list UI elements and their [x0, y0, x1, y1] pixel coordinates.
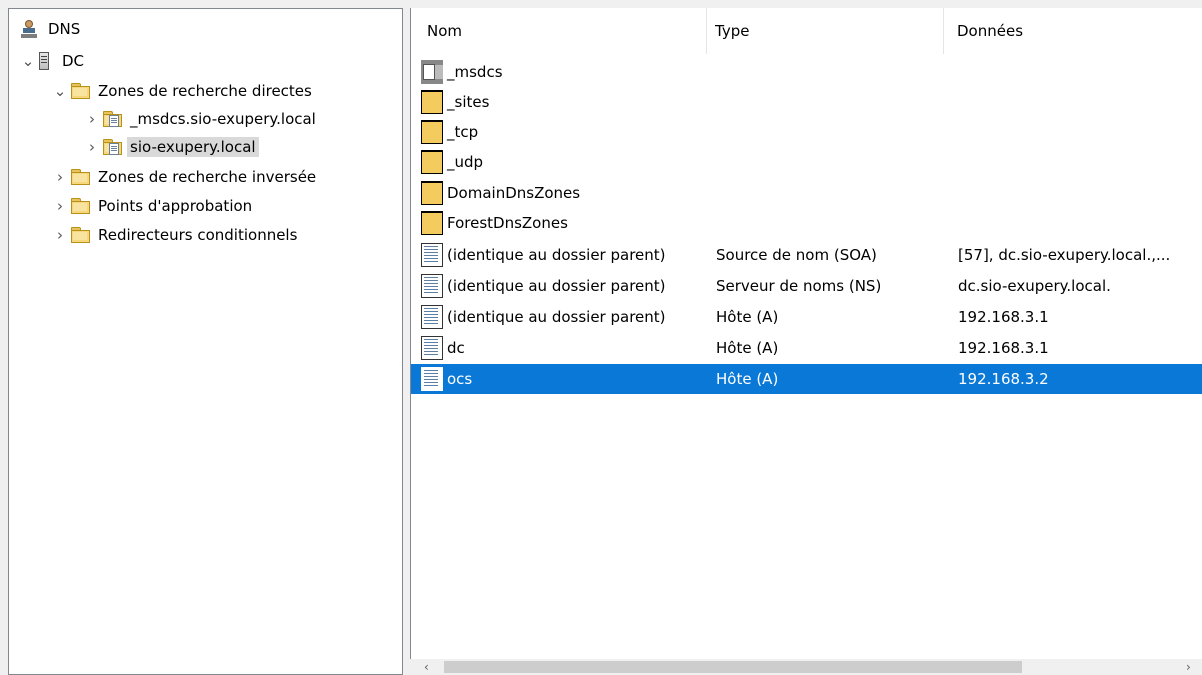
- column-header-name[interactable]: Nom: [421, 8, 701, 54]
- cell-name: DomainDnsZones: [421, 178, 580, 208]
- cell-type: Hôte (A): [716, 370, 779, 388]
- cell-data: 192.168.3.1: [958, 339, 1049, 357]
- tree-item-conditional-forwarders[interactable]: › Redirecteurs conditionnels: [53, 221, 300, 249]
- record-icon: [421, 367, 443, 391]
- record-icon: [421, 336, 443, 360]
- record-icon: [421, 274, 443, 298]
- dns-root-icon: [21, 20, 39, 38]
- cell-type: Serveur de noms (NS): [716, 277, 882, 295]
- zone-icon: [103, 138, 122, 156]
- column-header-type[interactable]: Type: [709, 8, 939, 54]
- list-row-domaindnszones[interactable]: DomainDnsZones: [411, 178, 1202, 208]
- record-icon: [421, 243, 443, 267]
- record-icon: [421, 305, 443, 329]
- tree-label-reverse-zones: Zones de recherche inversée: [98, 168, 317, 186]
- chevron-down-icon[interactable]: ⌄: [21, 52, 35, 70]
- scroll-right-arrow-icon[interactable]: ›: [1186, 661, 1198, 673]
- server-icon: [39, 52, 49, 70]
- list-row-soa[interactable]: (identique au dossier parent) Source de …: [411, 240, 1202, 270]
- cell-data: dc.sio-exupery.local.: [958, 277, 1111, 295]
- folder-icon: [421, 211, 443, 235]
- column-header-row: Nom Type Données: [411, 8, 1202, 54]
- column-divider[interactable]: [706, 8, 707, 54]
- tree-item-zone-msdcs[interactable]: › _msdcs.sio-exupery.local: [85, 105, 319, 133]
- column-divider[interactable]: [943, 8, 944, 54]
- column-header-data[interactable]: Données: [951, 8, 1191, 54]
- chevron-down-icon[interactable]: ⌄: [53, 82, 67, 100]
- tree-item-zone-main[interactable]: › sio-exupery.local: [85, 133, 259, 161]
- cell-name: dc: [421, 333, 465, 363]
- list-row-tcp[interactable]: _tcp: [411, 117, 1202, 147]
- cell-data: 192.168.3.1: [958, 308, 1049, 326]
- cell-data: [57], dc.sio-exupery.local.,...: [958, 246, 1171, 264]
- list-row-dc[interactable]: dc Hôte (A) 192.168.3.1: [411, 333, 1202, 363]
- folder-icon: [421, 150, 443, 174]
- cell-name: ocs: [421, 364, 472, 394]
- folder-icon: [71, 197, 90, 215]
- chevron-right-icon[interactable]: ›: [85, 110, 99, 128]
- tree-label-conditional-forwarders: Redirecteurs conditionnels: [98, 226, 298, 244]
- cell-name: (identique au dossier parent): [421, 302, 666, 332]
- cell-name: _udp: [421, 147, 483, 177]
- folder-icon: [421, 90, 443, 114]
- cell-type: Hôte (A): [716, 308, 779, 326]
- chevron-right-icon[interactable]: ›: [53, 226, 67, 244]
- top-strip: [0, 0, 1202, 8]
- cell-type: Source de nom (SOA): [716, 246, 877, 264]
- tree-label-forward-zones: Zones de recherche directes: [98, 82, 312, 100]
- chevron-right-icon[interactable]: ›: [85, 138, 99, 156]
- cell-name: _tcp: [421, 117, 478, 147]
- chevron-right-icon[interactable]: ›: [53, 197, 67, 215]
- tree-label-zone-main: sio-exupery.local: [127, 137, 259, 157]
- tree-label-zone-msdcs: _msdcs.sio-exupery.local: [130, 110, 316, 128]
- horizontal-scrollbar[interactable]: ‹ ›: [410, 659, 1202, 675]
- chevron-right-icon[interactable]: ›: [53, 168, 67, 186]
- tree-item-forward-zones[interactable]: ⌄ Zones de recherche directes: [53, 77, 315, 105]
- folder-icon: [71, 168, 90, 186]
- tree-label-trust-points: Points d'approbation: [98, 197, 253, 215]
- list-row-sites[interactable]: _sites: [411, 87, 1202, 117]
- list-row-ocs[interactable]: ocs Hôte (A) 192.168.3.2: [411, 364, 1202, 394]
- console-tree[interactable]: DNS ⌄ DC ⌄ Zones de recherche directes ›…: [8, 8, 403, 675]
- tree-item-reverse-zones[interactable]: › Zones de recherche inversée: [53, 163, 319, 191]
- list-row-udp[interactable]: _udp: [411, 147, 1202, 177]
- scrollbar-thumb[interactable]: [444, 661, 1022, 673]
- list-row-forestdnszones[interactable]: ForestDnsZones: [411, 208, 1202, 238]
- zone-icon: [103, 110, 122, 128]
- list-row-ns[interactable]: (identique au dossier parent) Serveur de…: [411, 271, 1202, 301]
- tree-item-dc[interactable]: ⌄ DC: [21, 47, 87, 75]
- tree-item-trust-points[interactable]: › Points d'approbation: [53, 192, 255, 220]
- cell-name: (identique au dossier parent): [421, 240, 666, 270]
- cell-name: _msdcs: [421, 57, 503, 87]
- list-row-msdcs[interactable]: _msdcs: [411, 57, 1202, 87]
- folder-icon: [421, 120, 443, 144]
- tree-item-dns[interactable]: DNS: [17, 15, 83, 43]
- results-list[interactable]: Nom Type Données _msdcs _sites _tcp _udp…: [410, 8, 1202, 675]
- zone-folder-icon: [421, 60, 443, 84]
- folder-icon: [421, 181, 443, 205]
- cell-name: _sites: [421, 87, 489, 117]
- cell-type: Hôte (A): [716, 339, 779, 357]
- list-row-host-parent[interactable]: (identique au dossier parent) Hôte (A) 1…: [411, 302, 1202, 332]
- folder-icon: [71, 226, 90, 244]
- cell-data: 192.168.3.2: [958, 370, 1049, 388]
- cell-name: ForestDnsZones: [421, 208, 568, 238]
- cell-name: (identique au dossier parent): [421, 271, 666, 301]
- tree-label-dns: DNS: [48, 20, 81, 38]
- scroll-left-arrow-icon[interactable]: ‹: [424, 661, 436, 673]
- tree-label-dc: DC: [62, 52, 85, 70]
- folder-icon: [71, 82, 90, 100]
